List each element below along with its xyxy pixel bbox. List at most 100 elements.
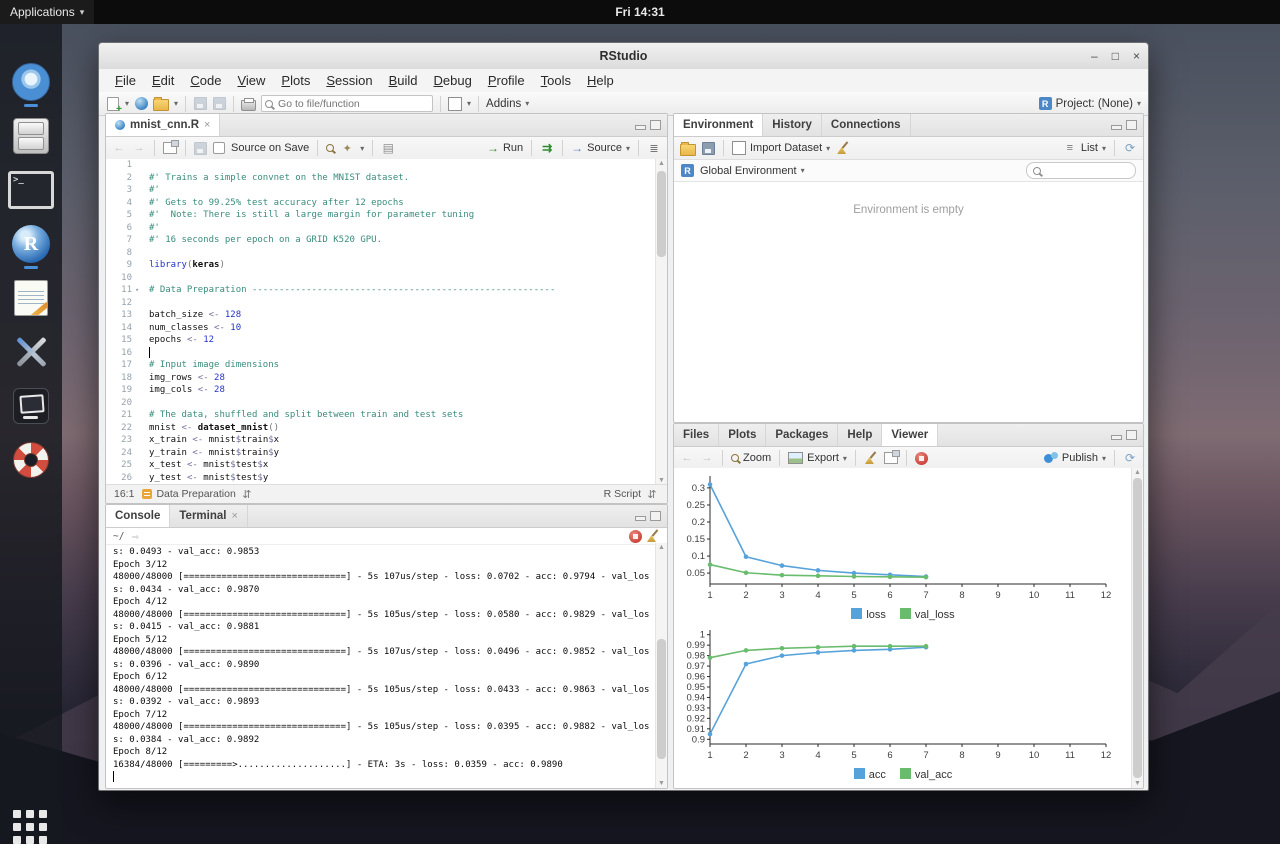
tab-files[interactable]: Files [674,424,719,446]
pane-layout-caret[interactable]: ▾ [467,99,471,108]
goto-file-input[interactable] [261,95,433,112]
new-project-button[interactable] [134,96,148,112]
dock-item-file-manager[interactable] [0,110,62,162]
list-view-selector[interactable]: ≡ List ▾ [1063,140,1106,156]
publish-button[interactable]: Publish ▾ [1044,452,1106,464]
load-workspace-icon[interactable] [680,144,696,156]
scrollbar-thumb[interactable] [657,639,666,759]
window-titlebar[interactable]: RStudio – □ × [99,43,1148,70]
environment-scope-selector[interactable]: Global Environment ▾ [700,165,805,177]
tab-console[interactable]: Console [106,505,170,527]
scrollbar-thumb[interactable] [657,171,666,257]
clear-console-icon[interactable] [646,529,660,543]
menu-help[interactable]: Help [579,73,622,88]
compile-report-icon[interactable]: ▤ [381,140,395,156]
system-clock[interactable]: Fri 14:31 [615,5,664,19]
menu-tools[interactable]: Tools [533,73,579,88]
back-button[interactable]: ← [112,140,126,156]
rerun-button[interactable]: ⇉ [540,140,554,156]
window-minimize-button[interactable]: – [1091,49,1098,63]
save-button[interactable] [193,96,207,112]
save-workspace-icon[interactable] [702,142,715,155]
dock-item-rstudio[interactable]: R [0,218,62,270]
open-file-button[interactable] [153,96,169,112]
print-button[interactable] [241,96,256,112]
menu-build[interactable]: Build [381,73,426,88]
goto-directory-icon[interactable]: ⇨ [128,528,142,544]
editor-scrollbar[interactable]: ▲ ▼ [655,159,667,485]
zoom-button[interactable]: Zoom [731,452,771,464]
find-icon[interactable] [326,144,334,152]
menu-view[interactable]: View [229,73,273,88]
viewer-scrollbar[interactable]: ▲ ▼ [1131,468,1143,788]
tab-close-icon[interactable]: × [204,119,210,131]
clear-environment-icon[interactable] [836,141,850,155]
dock-item-displays[interactable] [0,380,62,432]
show-applications-button[interactable] [13,810,49,844]
refresh-viewer-icon[interactable]: ⟳ [1123,450,1137,466]
tab-close-icon[interactable]: × [231,510,237,522]
back-button[interactable]: ← [680,450,694,466]
import-dataset-button[interactable]: Import Dataset ▾ [732,141,830,155]
source-button[interactable]: → Source ▾ [571,141,630,155]
maximize-pane-button[interactable] [1126,430,1137,440]
tab-viewer[interactable]: Viewer [882,424,938,446]
minimize-pane-button[interactable] [1111,435,1122,440]
tab-history[interactable]: History [763,114,822,136]
new-file-button[interactable] [106,96,120,112]
refresh-environment-icon[interactable]: ⟳ [1123,140,1137,156]
applications-menu[interactable]: Applications ▾ [0,0,94,24]
environment-search[interactable] [1026,162,1136,179]
dock-item-text-editor[interactable] [0,272,62,324]
window-maximize-button[interactable]: □ [1112,49,1119,63]
scrollbar-thumb[interactable] [1133,478,1142,778]
menu-plots[interactable]: Plots [273,73,318,88]
document-outline-icon[interactable]: ≣ [647,140,661,156]
maximize-pane-button[interactable] [650,511,661,521]
code-editor[interactable]: 12#' Trains a simple convnet on the MNIS… [106,159,667,485]
stop-console-button[interactable] [629,530,642,543]
new-file-caret[interactable]: ▾ [125,99,129,108]
clear-viewer-icon[interactable] [864,451,878,465]
tab-connections[interactable]: Connections [822,114,911,136]
code-tools-caret[interactable]: ▾ [360,144,364,153]
tab-packages[interactable]: Packages [766,424,838,446]
dock-item-terminal[interactable]: >_ [0,164,62,216]
pane-layout-button[interactable] [448,96,462,112]
console-output[interactable]: s: 0.0493 - val_acc: 0.9853Epoch 3/12480… [106,543,656,788]
tab-plots[interactable]: Plots [719,424,766,446]
project-selector[interactable]: R Project: (None) ▾ [1039,97,1141,110]
forward-button[interactable]: → [700,450,714,466]
tab-mnist-cnn[interactable]: mnist_cnn.R × [106,114,220,136]
dock-item-chromium[interactable] [0,56,62,108]
menu-profile[interactable]: Profile [480,73,533,88]
dock-item-tools[interactable] [0,326,62,378]
scope-selector[interactable]: Data Preparation ⇵ [142,486,253,502]
menu-debug[interactable]: Debug [426,73,480,88]
forward-button[interactable]: → [132,140,146,156]
tab-terminal[interactable]: Terminal× [170,505,248,527]
menu-code[interactable]: Code [182,73,229,88]
tab-help[interactable]: Help [838,424,882,446]
minimize-pane-button[interactable] [1111,125,1122,130]
stop-viewer-button[interactable] [915,452,928,465]
maximize-pane-button[interactable] [650,120,661,130]
minimize-pane-button[interactable] [635,125,646,130]
source-on-save-checkbox[interactable] [213,142,225,154]
dock-item-help[interactable] [0,434,62,486]
maximize-pane-button[interactable] [1126,120,1137,130]
menu-session[interactable]: Session [318,73,380,88]
export-button[interactable]: Export ▾ [788,452,847,464]
file-type-selector[interactable]: R Script ⇵ [604,486,659,502]
open-in-window-icon[interactable] [884,452,898,464]
window-close-button[interactable]: × [1133,49,1140,63]
minimize-pane-button[interactable] [635,516,646,521]
code-tools-icon[interactable]: ✦ [340,140,354,156]
console-scrollbar[interactable]: ▲ ▼ [655,543,667,788]
menu-edit[interactable]: Edit [144,73,182,88]
menu-file[interactable]: File [107,73,144,88]
popout-icon[interactable] [163,142,177,154]
addins-button[interactable]: Addins ▾ [486,98,529,110]
save-all-button[interactable] [212,96,226,112]
tab-environment[interactable]: Environment [674,114,763,136]
